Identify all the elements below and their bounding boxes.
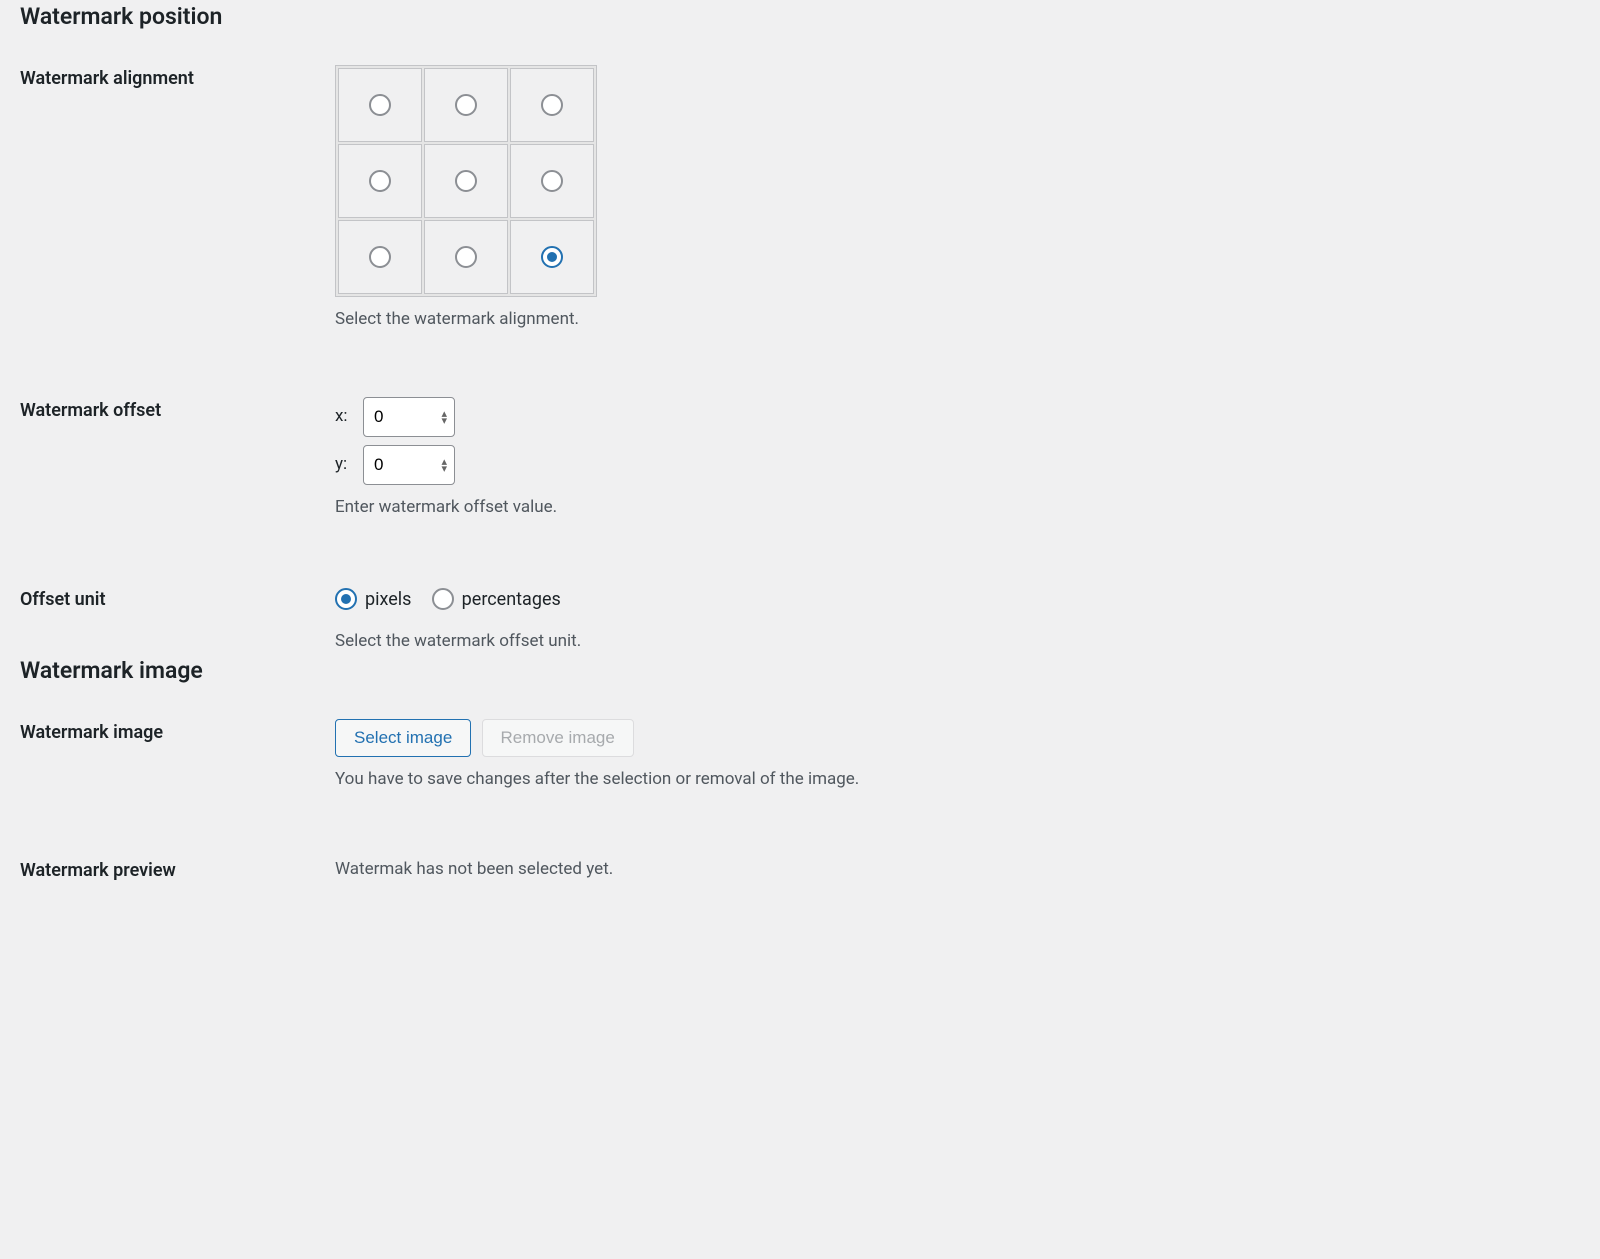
offset-unit-percentages[interactable]: percentages bbox=[432, 586, 561, 613]
row-offset-unit: Offset unit pixels percentages Select th… bbox=[20, 586, 1580, 655]
section-heading-image: Watermark image bbox=[20, 654, 1580, 689]
settings-table-image: Watermark image Select image Remove imag… bbox=[20, 719, 1580, 885]
alignment-top-center[interactable] bbox=[425, 69, 507, 141]
alignment-bottom-right[interactable] bbox=[511, 221, 593, 293]
offset-unit-pixels-label: pixels bbox=[365, 586, 411, 613]
alignment-bottom-left[interactable] bbox=[339, 221, 421, 293]
offset-x-input[interactable] bbox=[363, 397, 455, 437]
alignment-grid bbox=[335, 65, 597, 297]
remove-image-button: Remove image bbox=[482, 719, 634, 757]
offset-unit-percentages-label: percentages bbox=[462, 586, 561, 613]
row-watermark-alignment: Watermark alignment bbox=[20, 65, 1580, 398]
description-offset-unit: Select the watermark offset unit. bbox=[335, 629, 1570, 655]
row-watermark-offset: Watermark offset x: ▴▾ y: ▴▾ Enter bbox=[20, 397, 1580, 586]
alignment-top-left[interactable] bbox=[339, 69, 421, 141]
offset-unit-pixels[interactable]: pixels bbox=[335, 586, 411, 613]
settings-table-position: Watermark alignment bbox=[20, 65, 1580, 655]
offset-y-label: y: bbox=[335, 452, 363, 478]
label-watermark-image: Watermark image bbox=[20, 719, 335, 858]
description-offset: Enter watermark offset value. bbox=[335, 495, 1570, 521]
offset-x-label: x: bbox=[335, 404, 363, 430]
label-offset-unit: Offset unit bbox=[20, 586, 335, 655]
alignment-middle-left[interactable] bbox=[339, 145, 421, 217]
alignment-middle-center[interactable] bbox=[425, 145, 507, 217]
offset-y-input[interactable] bbox=[363, 445, 455, 485]
label-watermark-alignment: Watermark alignment bbox=[20, 65, 335, 398]
preview-status-text: Watermak has not been selected yet. bbox=[335, 859, 613, 879]
row-watermark-image: Watermark image Select image Remove imag… bbox=[20, 719, 1580, 858]
alignment-top-right[interactable] bbox=[511, 69, 593, 141]
alignment-middle-right[interactable] bbox=[511, 145, 593, 217]
label-watermark-offset: Watermark offset bbox=[20, 397, 335, 586]
alignment-bottom-center[interactable] bbox=[425, 221, 507, 293]
label-watermark-preview: Watermark preview bbox=[20, 857, 335, 884]
section-heading-position: Watermark position bbox=[20, 0, 1580, 35]
description-watermark-image: You have to save changes after the selec… bbox=[335, 767, 1570, 793]
select-image-button[interactable]: Select image bbox=[335, 719, 471, 757]
description-alignment: Select the watermark alignment. bbox=[335, 307, 1570, 333]
row-watermark-preview: Watermark preview Watermak has not been … bbox=[20, 857, 1580, 884]
